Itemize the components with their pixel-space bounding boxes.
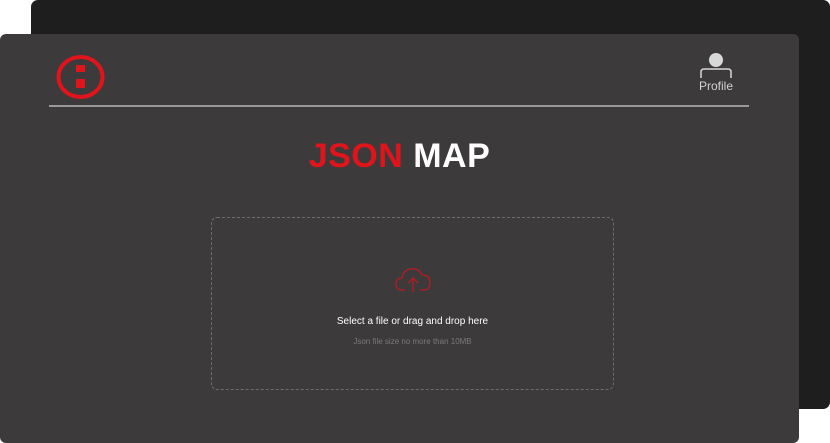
profile-button[interactable]: Profile: [694, 52, 738, 98]
dropzone-hint: Json file size no more than 10MB: [353, 337, 472, 346]
dropzone-prompt: Select a file or drag and drop here: [336, 316, 489, 327]
profile-label: Profile: [698, 79, 733, 93]
header-divider: [49, 105, 749, 107]
page-title: JSON MAP: [0, 135, 799, 177]
page-title-main: MAP: [413, 137, 491, 175]
user-icon: [700, 53, 732, 78]
cloud-upload-icon: [395, 268, 431, 292]
logo-icon[interactable]: [56, 55, 105, 99]
app-window: Profile JSON MAP Select a file or drag a…: [0, 34, 799, 443]
page-title-accent: JSON: [308, 137, 404, 175]
file-dropzone[interactable]: Select a file or drag and drop here Json…: [211, 217, 614, 390]
